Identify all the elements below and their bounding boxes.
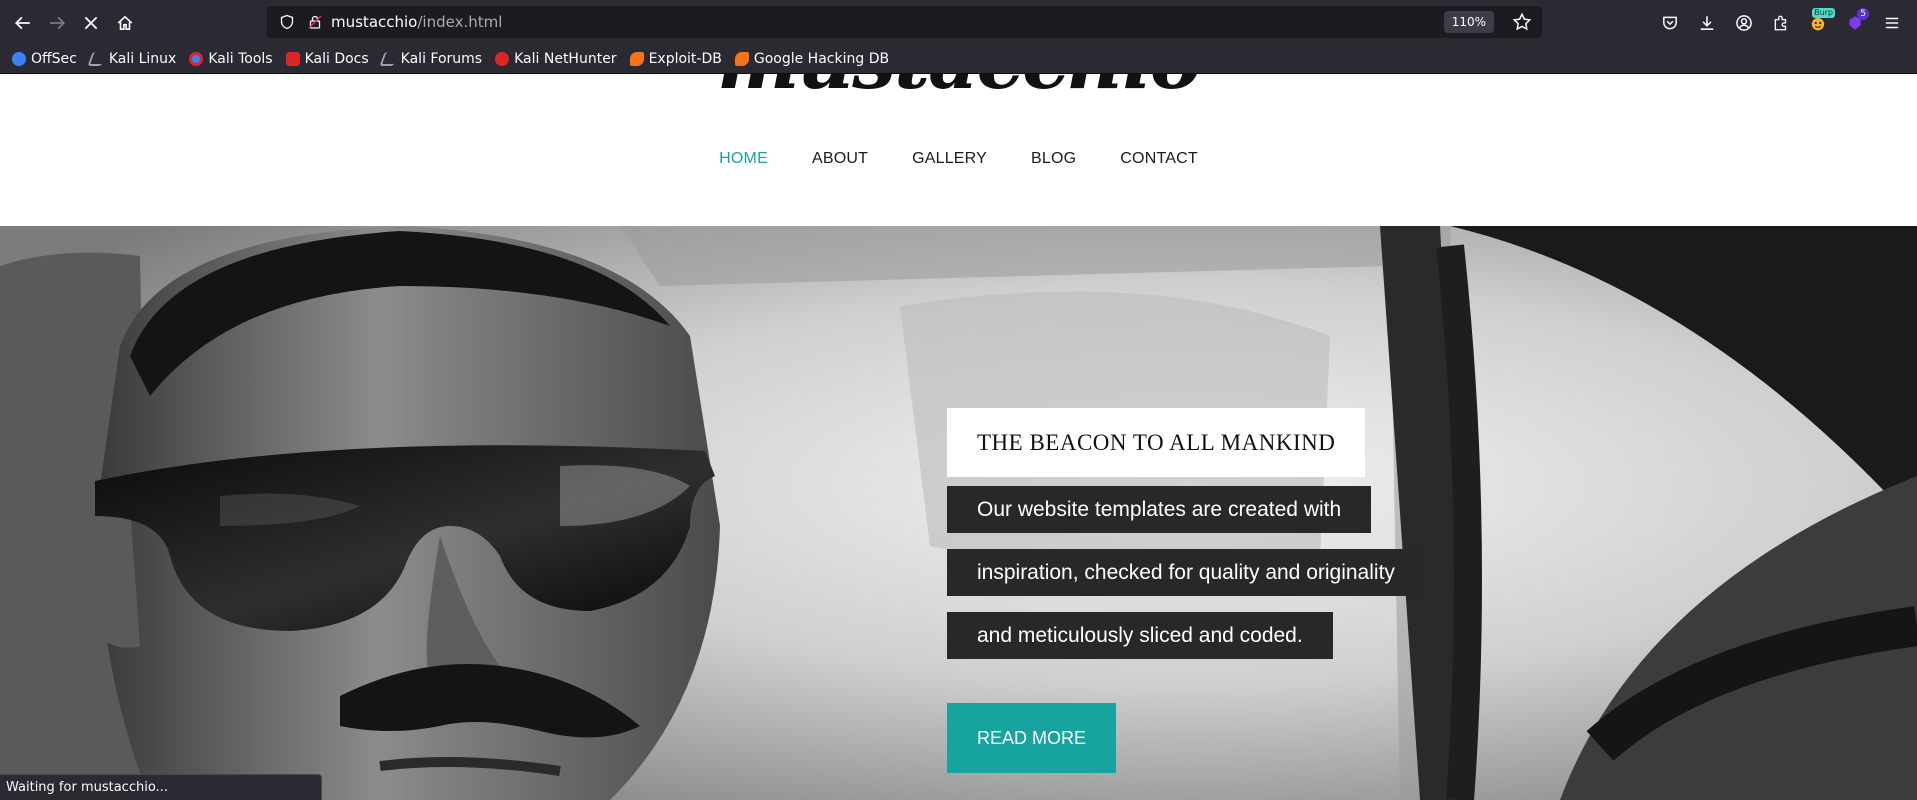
account-icon	[1735, 14, 1752, 31]
url-path: /index.html	[417, 13, 503, 31]
kali-forums-icon	[379, 52, 399, 66]
stop-button[interactable]	[74, 6, 108, 40]
hero-text-line-2: inspiration, checked for quality and ori…	[947, 549, 1425, 596]
status-bar: Waiting for mustacchio...	[0, 774, 322, 800]
bookmark-label: Kali NetHunter	[514, 51, 617, 67]
bookmark-label: Kali Tools	[208, 51, 273, 67]
bookmark-label: Kali Linux	[108, 51, 177, 67]
hero-text-line-3: and meticulously sliced and coded.	[947, 612, 1333, 659]
extension-button[interactable]: 5	[1837, 5, 1872, 40]
bookmark-kali-linux[interactable]: Kali Linux	[86, 47, 185, 71]
hero-text-line-1: Our website templates are created with	[947, 486, 1372, 533]
home-icon	[117, 15, 133, 30]
shield-icon[interactable]	[273, 14, 301, 30]
bookmark-kali-nethunter[interactable]: Kali NetHunter	[491, 47, 625, 71]
puzzle-icon	[1774, 15, 1786, 30]
bookmark-offsec[interactable]: OffSec	[8, 47, 86, 71]
pocket-icon	[1662, 16, 1677, 29]
extensions-button[interactable]	[1763, 5, 1798, 40]
bookmark-label: Kali Docs	[304, 51, 369, 67]
bookmark-star-icon[interactable]	[1512, 12, 1532, 32]
bookmarks-bar: OffSec Kali Linux Kali Tools Kali Docs K…	[0, 45, 1917, 74]
web-page: mustacchio HOME ABOUT GALLERY BLOG CONTA…	[0, 74, 1917, 800]
extension-badge-count: 5	[1857, 8, 1869, 20]
bookmark-google-hacking-db[interactable]: Google Hacking DB	[731, 47, 898, 71]
burp-badge: Burp	[1812, 8, 1835, 18]
exploit-db-icon	[629, 52, 644, 66]
burp-extension-button[interactable]: Burp	[1800, 5, 1835, 40]
main-navigation: HOME ABOUT GALLERY BLOG CONTACT	[0, 150, 1917, 168]
bookmark-kali-tools[interactable]: Kali Tools	[185, 47, 281, 71]
url-host: mustacchio	[331, 13, 418, 31]
address-bar[interactable]: mustacchio/index.html 110%	[267, 6, 1542, 38]
kali-docs-icon	[285, 52, 300, 66]
hero-headline: THE BEACON TO ALL MANKIND	[947, 408, 1366, 477]
nethunter-icon	[495, 52, 510, 66]
back-button[interactable]	[6, 6, 40, 40]
nav-blog[interactable]: BLOG	[1009, 150, 1098, 168]
kali-dragon-icon	[87, 52, 107, 66]
insecure-lock-icon[interactable]	[301, 14, 329, 30]
browser-toolbar: mustacchio/index.html 110% Burp 5	[0, 0, 1917, 45]
bookmark-label: Google Hacking DB	[753, 51, 890, 67]
url-text[interactable]: mustacchio/index.html	[331, 13, 502, 31]
offsec-icon	[12, 52, 26, 66]
close-icon	[84, 16, 98, 29]
download-icon	[1700, 15, 1713, 30]
menu-button[interactable]	[1874, 5, 1909, 40]
forward-button[interactable]	[40, 6, 74, 40]
ghdb-icon	[734, 52, 749, 66]
nav-home[interactable]: HOME	[697, 150, 790, 168]
bookmark-kali-docs[interactable]: Kali Docs	[282, 47, 378, 71]
kali-tools-icon	[189, 52, 204, 66]
nav-contact[interactable]: CONTACT	[1098, 150, 1220, 168]
back-arrow-icon	[14, 16, 30, 29]
account-button[interactable]	[1726, 5, 1761, 40]
pocket-button[interactable]	[1652, 5, 1687, 40]
toolbar-right: Burp 5	[1652, 0, 1917, 45]
read-more-button[interactable]: READ MORE	[947, 703, 1117, 773]
nav-gallery[interactable]: GALLERY	[890, 150, 1009, 168]
downloads-button[interactable]	[1689, 5, 1724, 40]
bookmark-label: OffSec	[31, 51, 77, 67]
bookmark-label: Kali Forums	[400, 51, 483, 67]
bookmark-label: Exploit-DB	[648, 51, 722, 67]
nav-about[interactable]: ABOUT	[790, 150, 890, 168]
home-button[interactable]	[108, 6, 142, 40]
bookmark-exploit-db[interactable]: Exploit-DB	[626, 47, 731, 71]
bookmark-kali-forums[interactable]: Kali Forums	[378, 47, 491, 71]
site-logo[interactable]: mustacchio	[0, 74, 1917, 107]
forward-arrow-icon	[50, 16, 66, 29]
zoom-level-button[interactable]: 110%	[1443, 11, 1494, 33]
hamburger-menu-icon	[1885, 17, 1898, 28]
hero-banner: THE BEACON TO ALL MANKIND Our website te…	[0, 226, 1917, 800]
